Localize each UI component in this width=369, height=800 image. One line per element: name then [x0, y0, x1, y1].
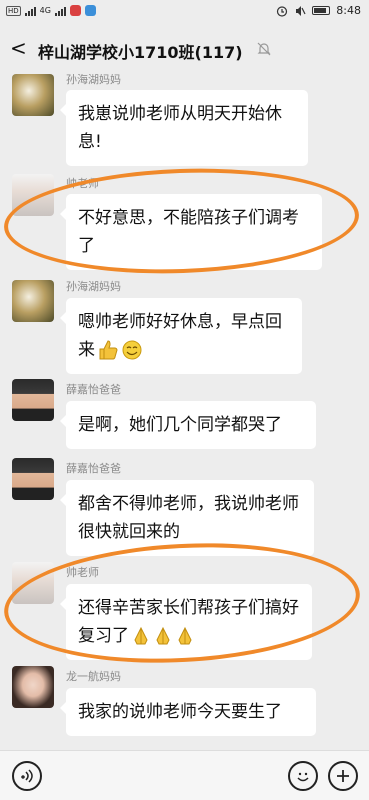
avatar[interactable]	[12, 280, 54, 322]
message-bubble[interactable]: 都舍不得帅老师，我说帅老师很快就回来的	[60, 480, 314, 556]
status-left: HD 4G	[6, 5, 96, 16]
alarm-icon	[277, 5, 288, 17]
message-bubble[interactable]: 我家的说帅老师今天要生了	[60, 688, 316, 736]
hd-indicator: HD	[6, 5, 21, 16]
chat-title: 梓山湖学校小1710班(117)	[38, 43, 243, 62]
smile-icon	[122, 340, 142, 360]
network-label: 4G	[39, 6, 51, 15]
thumbs-up-icon	[99, 340, 118, 360]
message-bubble[interactable]: 不好意思，不能陪孩子们调考了	[60, 194, 322, 270]
plus-icon	[337, 770, 349, 782]
back-button[interactable]: <	[10, 36, 27, 60]
mute-bell-icon	[257, 42, 271, 56]
sender-name: 帅老师	[66, 177, 99, 190]
sender-name: 孙海湖妈妈	[66, 280, 121, 293]
sender-name: 帅老师	[66, 566, 99, 579]
signal-icon	[24, 6, 36, 16]
avatar[interactable]	[12, 379, 54, 421]
emoji-icon	[297, 772, 309, 782]
pray-icon	[156, 626, 170, 645]
sender-name: 孙海湖妈妈	[66, 74, 121, 86]
battery-icon	[312, 6, 331, 15]
message-bubble[interactable]: 还得辛苦家长们帮孩子们搞好复习了	[60, 584, 312, 660]
pray-icon	[178, 626, 192, 645]
avatar[interactable]	[12, 174, 54, 216]
signal-icon-2	[54, 6, 66, 16]
sender-name: 龙一航妈妈	[66, 670, 121, 683]
avatar[interactable]	[12, 74, 54, 116]
plus-button[interactable]	[328, 761, 358, 791]
status-right: 8:48	[276, 4, 361, 17]
status-bar: HD 4G 8:48	[0, 0, 369, 24]
sender-name: 薛嘉怡爸爸	[66, 462, 121, 475]
sender-name: 薛嘉怡爸爸	[66, 383, 121, 396]
mute-status-icon	[296, 5, 306, 16]
status-time: 8:48	[336, 4, 361, 17]
app-notification-icon-2	[84, 5, 96, 16]
pray-icon	[134, 626, 148, 645]
avatar[interactable]	[12, 562, 54, 604]
app-notification-icon	[69, 5, 81, 16]
message-bubble[interactable]: 嗯帅老师好好休息，早点回来	[60, 298, 302, 374]
emoji-button[interactable]	[288, 761, 318, 791]
message-bubble[interactable]: 是啊，她们几个同学都哭了	[60, 401, 316, 449]
avatar[interactable]	[12, 666, 54, 708]
chat-header: < 梓山湖学校小1710班(117)	[0, 24, 369, 74]
chat-area[interactable]: 孙海湖妈妈 我崽说帅老师从明天开始休息! 帅老师 不好意思，不能陪孩子们调考了 …	[0, 74, 369, 750]
voice-button[interactable]	[12, 761, 42, 791]
message-bubble[interactable]: 我崽说帅老师从明天开始休息!	[60, 90, 308, 166]
voice-icon	[21, 769, 33, 783]
avatar[interactable]	[12, 458, 54, 500]
input-bar	[0, 750, 369, 800]
